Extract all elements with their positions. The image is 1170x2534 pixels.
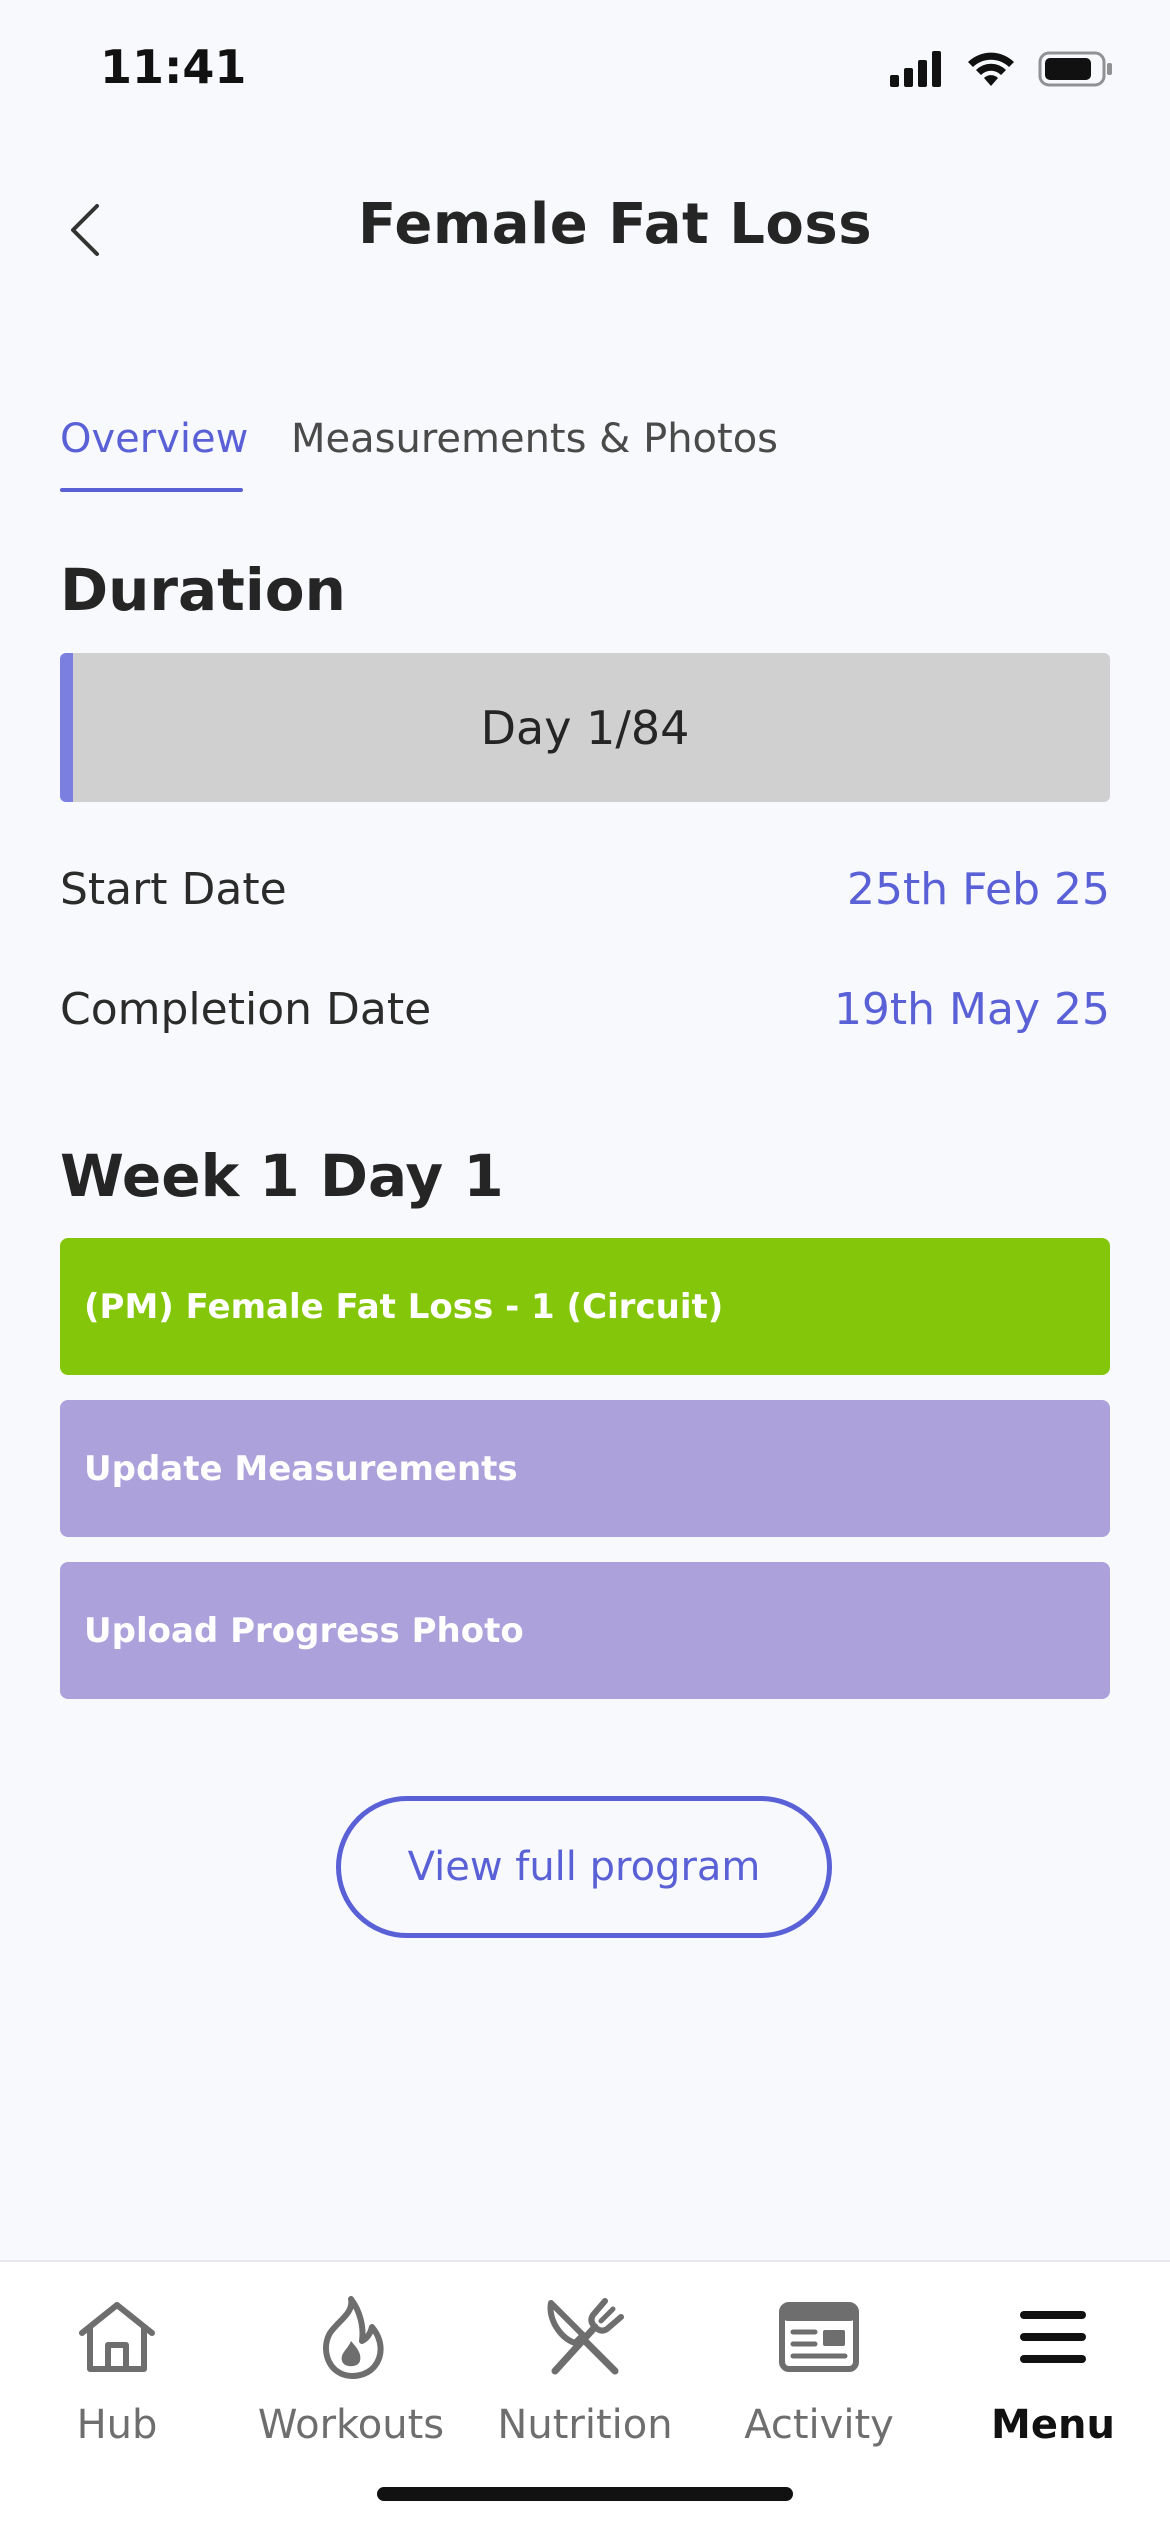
nav-item-nutrition[interactable]: Nutrition xyxy=(468,2292,702,2448)
nav-item-hub[interactable]: Hub xyxy=(0,2292,234,2448)
flame-icon xyxy=(323,2296,384,2379)
start-date-row: Start Date 25th Feb 25 xyxy=(60,864,1110,915)
nav-item-activity[interactable]: Activity xyxy=(702,2292,936,2448)
duration-title: Duration xyxy=(60,556,346,624)
completion-date-label: Completion Date xyxy=(60,984,432,1035)
tab-measurements-photos[interactable]: Measurements & Photos xyxy=(291,416,778,462)
active-tab-indicator xyxy=(60,488,243,492)
completion-date-row: Completion Date 19th May 25 xyxy=(60,984,1110,1035)
home-icon xyxy=(79,2302,155,2372)
nav-label-nutrition: Nutrition xyxy=(497,2402,673,2448)
fork-knife-icon xyxy=(547,2298,624,2375)
status-time: 11:41 xyxy=(100,40,247,94)
workout-task-card[interactable]: (PM) Female Fat Loss - 1 (Circuit) xyxy=(60,1238,1110,1375)
duration-progress-bar: Day 1/84 xyxy=(60,653,1110,802)
nav-label-menu: Menu xyxy=(991,2402,1115,2448)
nav-label-activity: Activity xyxy=(744,2402,894,2448)
start-date-value: 25th Feb 25 xyxy=(847,864,1110,915)
status-icons xyxy=(890,50,1114,88)
task-label: (PM) Female Fat Loss - 1 (Circuit) xyxy=(84,1286,724,1327)
page-title: Female Fat Loss xyxy=(357,192,873,257)
start-date-label: Start Date xyxy=(60,864,287,915)
cellular-signal-icon xyxy=(890,51,941,87)
tab-overview[interactable]: Overview xyxy=(60,416,248,462)
nav-item-workouts[interactable]: Workouts xyxy=(234,2292,468,2448)
nav-label-hub: Hub xyxy=(76,2402,158,2448)
completion-date-value: 19th May 25 xyxy=(833,984,1110,1035)
hamburger-icon xyxy=(1020,2311,1086,2363)
update-measurements-task-card[interactable]: Update Measurements xyxy=(60,1400,1110,1537)
newspaper-icon xyxy=(779,2302,859,2372)
nav-item-menu[interactable]: Menu xyxy=(936,2292,1170,2448)
view-full-program-button[interactable]: View full program xyxy=(336,1796,832,1938)
task-label: Upload Progress Photo xyxy=(84,1610,524,1651)
battery-icon xyxy=(1038,51,1112,87)
task-label: Update Measurements xyxy=(84,1448,518,1489)
upload-photo-task-card[interactable]: Upload Progress Photo xyxy=(60,1562,1110,1699)
home-indicator xyxy=(377,2487,793,2501)
duration-progress-label: Day 1/84 xyxy=(480,700,690,755)
wifi-icon xyxy=(968,52,1014,86)
week-day-title: Week 1 Day 1 xyxy=(60,1142,504,1210)
nav-label-workouts: Workouts xyxy=(257,2402,445,2448)
